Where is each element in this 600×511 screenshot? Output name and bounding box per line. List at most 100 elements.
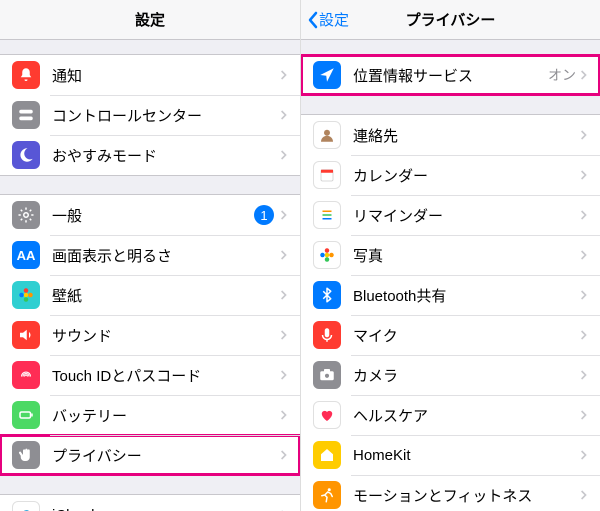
switches-icon xyxy=(12,101,40,129)
row-photos[interactable]: 写真 xyxy=(301,235,600,275)
row-location[interactable]: 位置情報サービスオン xyxy=(301,55,600,95)
chevron-right-icon xyxy=(280,449,288,461)
gear-icon xyxy=(12,201,40,229)
row-label: バッテリー xyxy=(52,405,280,426)
nav-title: プライバシー xyxy=(406,9,496,30)
battery-icon xyxy=(12,401,40,429)
row-label: 壁紙 xyxy=(52,285,280,306)
row-label: おやすみモード xyxy=(52,145,280,166)
chevron-right-icon xyxy=(280,409,288,421)
bluetooth-icon xyxy=(313,281,341,309)
row-label: Touch IDとパスコード xyxy=(52,365,280,386)
badge: 1 xyxy=(254,205,274,225)
row-homekit[interactable]: HomeKit xyxy=(301,435,600,475)
row-battery[interactable]: バッテリー xyxy=(0,395,300,435)
row-label: プライバシー xyxy=(52,445,280,466)
reminders-icon xyxy=(313,201,341,229)
flower-icon xyxy=(313,241,341,269)
settings-group: iCloud xyxy=(0,494,300,511)
row-label: ヘルスケア xyxy=(353,405,580,426)
flower-icon xyxy=(12,281,40,309)
row-control-center[interactable]: コントロールセンター xyxy=(0,95,300,135)
row-label: マイク xyxy=(353,325,580,346)
row-camera[interactable]: カメラ xyxy=(301,355,600,395)
navbar-left: 設定 xyxy=(0,0,300,40)
chevron-right-icon xyxy=(580,209,588,221)
back-button[interactable]: 設定 xyxy=(307,0,349,39)
row-notifications[interactable]: 通知 xyxy=(0,55,300,95)
moon-icon xyxy=(12,141,40,169)
speaker-icon xyxy=(12,321,40,349)
row-dnd[interactable]: おやすみモード xyxy=(0,135,300,175)
settings-group: 位置情報サービスオン xyxy=(301,54,600,96)
chevron-right-icon xyxy=(280,289,288,301)
row-mic[interactable]: マイク xyxy=(301,315,600,355)
mic-icon xyxy=(313,321,341,349)
row-label: 一般 xyxy=(52,205,254,226)
chevron-right-icon xyxy=(280,209,288,221)
row-label: 連絡先 xyxy=(353,125,580,146)
contact-icon xyxy=(313,121,341,149)
settings-group: 通知コントロールセンターおやすみモード xyxy=(0,54,300,176)
row-label: iCloud xyxy=(52,507,280,511)
privacy-pane: 設定 プライバシー 位置情報サービスオン連絡先カレンダーリマインダー写真 Blue… xyxy=(300,0,600,511)
chevron-right-icon xyxy=(580,169,588,181)
location-icon xyxy=(313,61,341,89)
row-label: Bluetooth共有 xyxy=(353,285,580,306)
heart-icon xyxy=(313,401,341,429)
camera-icon xyxy=(313,361,341,389)
row-label: サウンド xyxy=(52,325,280,346)
row-display[interactable]: AA 画面表示と明るさ xyxy=(0,235,300,275)
chevron-right-icon xyxy=(280,149,288,161)
calendar-icon xyxy=(313,161,341,189)
row-label: 位置情報サービス xyxy=(353,65,548,86)
chevron-right-icon xyxy=(580,369,588,381)
row-label: モーションとフィットネス xyxy=(353,485,580,506)
row-label: 通知 xyxy=(52,65,280,86)
row-calendar[interactable]: カレンダー xyxy=(301,155,600,195)
navbar-right: 設定 プライバシー xyxy=(301,0,600,40)
nav-title: 設定 xyxy=(135,9,165,30)
chevron-right-icon xyxy=(280,109,288,121)
chevron-right-icon xyxy=(280,369,288,381)
settings-root-pane: 設定 通知コントロールセンターおやすみモード一般1AA画面表示と明るさ壁紙サウン… xyxy=(0,0,300,511)
row-label: 写真 xyxy=(353,245,580,266)
row-label: 画面表示と明るさ xyxy=(52,245,280,266)
chevron-right-icon xyxy=(280,329,288,341)
row-sound[interactable]: サウンド xyxy=(0,315,300,355)
row-health[interactable]: ヘルスケア xyxy=(301,395,600,435)
back-label: 設定 xyxy=(319,9,349,30)
settings-group: 連絡先カレンダーリマインダー写真 Bluetooth共有マイクカメラヘルスケア Ho… xyxy=(301,114,600,511)
row-icloud[interactable]: iCloud xyxy=(0,495,300,511)
row-reminders[interactable]: リマインダー xyxy=(301,195,600,235)
chevron-right-icon xyxy=(580,489,588,501)
row-general[interactable]: 一般1 xyxy=(0,195,300,235)
chevron-right-icon xyxy=(580,69,588,81)
row-label: カレンダー xyxy=(353,165,580,186)
settings-group: 一般1 AA 画面表示と明るさ壁紙サウンド Touch IDとパスコードバッテリープラ… xyxy=(0,194,300,476)
chevron-right-icon xyxy=(280,69,288,81)
row-label: HomeKit xyxy=(353,447,580,464)
row-motion[interactable]: モーションとフィットネス xyxy=(301,475,600,511)
hand-icon xyxy=(12,441,40,469)
chevron-right-icon xyxy=(580,329,588,341)
chevron-right-icon xyxy=(580,129,588,141)
row-wallpaper[interactable]: 壁紙 xyxy=(0,275,300,315)
cloud-icon xyxy=(12,501,40,511)
row-privacy[interactable]: プライバシー xyxy=(0,435,300,475)
row-label: カメラ xyxy=(353,365,580,386)
fingerprint-icon xyxy=(12,361,40,389)
row-label: コントロールセンター xyxy=(52,105,280,126)
home-icon xyxy=(313,441,341,469)
chevron-right-icon xyxy=(580,449,588,461)
chevron-right-icon xyxy=(580,409,588,421)
row-contacts[interactable]: 連絡先 xyxy=(301,115,600,155)
row-bt-share[interactable]: Bluetooth共有 xyxy=(301,275,600,315)
row-touchid[interactable]: Touch IDとパスコード xyxy=(0,355,300,395)
aa-icon: AA xyxy=(12,241,40,269)
bell-icon xyxy=(12,61,40,89)
row-detail: オン xyxy=(548,65,576,85)
chevron-right-icon xyxy=(580,289,588,301)
row-label: リマインダー xyxy=(353,205,580,226)
chevron-right-icon xyxy=(280,249,288,261)
